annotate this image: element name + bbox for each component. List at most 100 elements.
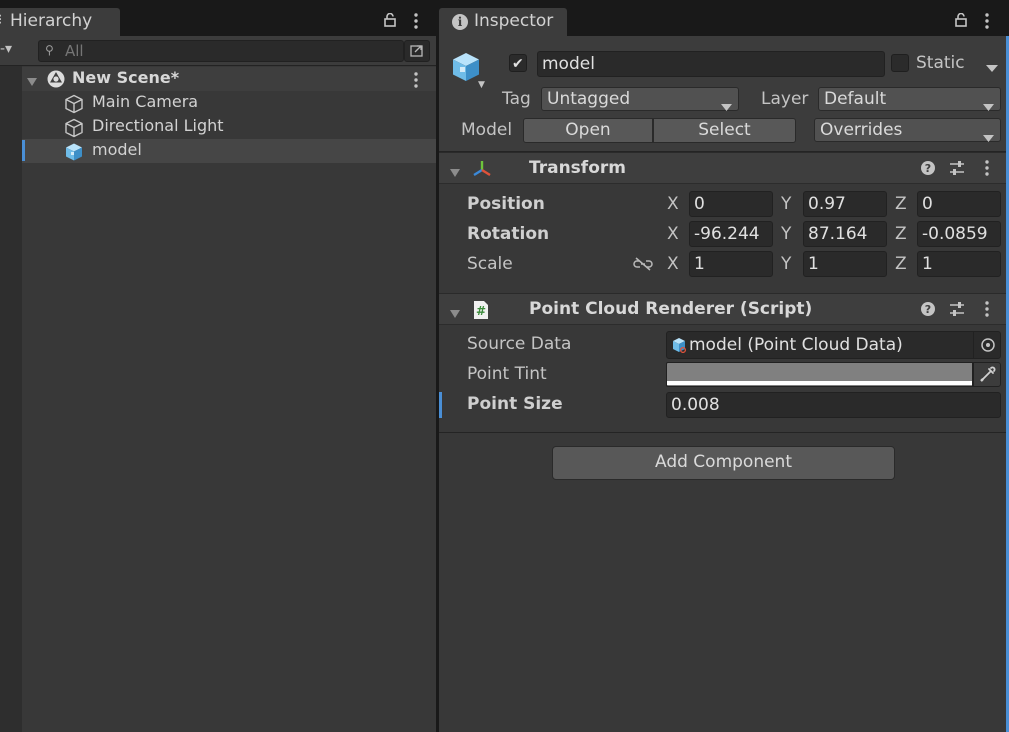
point-cloud-data-icon <box>671 337 687 357</box>
layer-dropdown[interactable]: Default <box>818 87 1001 111</box>
hierarchy-item-main-camera[interactable]: Main Camera <box>22 91 436 115</box>
transform-component-header[interactable]: Transform ? <box>439 152 1006 184</box>
icon-dropdown-caret-icon[interactable]: ▼ <box>478 80 485 90</box>
point-tint-label: Point Tint <box>467 364 547 384</box>
fold-arrow-icon[interactable] <box>449 304 461 323</box>
alpha-bar <box>667 381 972 385</box>
chevron-down-icon <box>983 96 994 115</box>
more-options-icon[interactable] <box>984 13 990 29</box>
point-cloud-renderer-header[interactable]: # Point Cloud Renderer (Script) ? <box>439 293 1006 325</box>
eyedropper-icon[interactable] <box>973 362 1001 387</box>
inspector-tab-label: Inspector <box>474 11 554 31</box>
help-icon[interactable]: ? <box>920 301 936 321</box>
static-checkbox[interactable] <box>891 54 909 72</box>
scale-z-field[interactable] <box>917 251 1001 277</box>
presets-icon[interactable] <box>948 160 966 180</box>
active-checkbox[interactable]: ✔ <box>509 54 527 72</box>
select-button[interactable]: Select <box>653 118 796 143</box>
fold-arrow-icon[interactable] <box>449 163 461 182</box>
hamburger-icon[interactable]: ⁝ <box>0 12 2 28</box>
layer-label: Layer <box>761 89 809 109</box>
hierarchy-item-model[interactable]: model <box>22 139 436 163</box>
axis-z-label: Z <box>895 254 907 274</box>
gameobject-name-field[interactable] <box>537 51 885 77</box>
position-label: Position <box>467 194 545 214</box>
unlinked-scale-icon[interactable] <box>633 256 653 276</box>
axis-z-label: Z <box>895 194 907 214</box>
object-picker-icon[interactable] <box>973 332 1001 358</box>
unity-scene-icon <box>46 69 66 93</box>
model-label: Model <box>461 120 513 140</box>
source-data-value: model (Point Cloud Data) <box>689 335 903 355</box>
search-input[interactable] <box>65 42 395 60</box>
hierarchy-item-label: Main Camera <box>92 92 199 111</box>
lock-icon[interactable] <box>384 13 396 27</box>
script-icon: # <box>471 300 491 324</box>
create-dropdown-caret-icon[interactable]: -▾ <box>0 41 12 57</box>
point-size-field[interactable] <box>666 392 1001 418</box>
scene-more-options-icon[interactable] <box>413 72 419 88</box>
axis-x-label: X <box>667 194 679 214</box>
axis-z-label: Z <box>895 224 907 244</box>
source-data-label: Source Data <box>467 334 572 354</box>
presets-icon[interactable] <box>948 301 966 321</box>
more-options-icon[interactable] <box>984 160 990 180</box>
axis-x-label: X <box>667 254 679 274</box>
axis-y-label: Y <box>781 254 792 274</box>
search-popout-icon[interactable] <box>404 40 430 62</box>
tag-value: Untagged <box>547 89 631 109</box>
scene-name: New Scene* <box>72 68 180 87</box>
modified-marker <box>439 392 442 418</box>
svg-text:?: ? <box>925 303 931 316</box>
hierarchy-gutter <box>0 66 22 732</box>
chevron-down-icon[interactable] <box>986 58 998 77</box>
tag-dropdown[interactable]: Untagged <box>541 87 739 111</box>
scale-label: Scale <box>467 254 513 274</box>
more-options-icon[interactable] <box>984 301 990 321</box>
scale-x-field[interactable] <box>689 251 773 277</box>
rotation-label: Rotation <box>467 224 550 244</box>
hierarchy-tab-label: Hierarchy <box>10 11 93 31</box>
hierarchy-item-directional-light[interactable]: Directional Light <box>22 115 436 139</box>
layer-value: Default <box>824 89 887 109</box>
static-label: Static <box>916 53 965 73</box>
hierarchy-item-label: Directional Light <box>92 116 224 135</box>
tab-hierarchy[interactable]: ⁝ Hierarchy <box>0 8 120 36</box>
lock-icon[interactable] <box>955 13 967 27</box>
overrides-label: Overrides <box>820 120 903 140</box>
transform-icon <box>471 159 493 183</box>
rotation-y-field[interactable] <box>803 221 887 247</box>
axis-y-label: Y <box>781 194 792 214</box>
point-cloud-renderer-title: Point Cloud Renderer (Script) <box>529 299 813 319</box>
rotation-x-field[interactable] <box>689 221 773 247</box>
hierarchy-search[interactable]: ⚲ <box>38 40 404 62</box>
chevron-down-icon <box>721 96 732 115</box>
source-data-field[interactable]: model (Point Cloud Data) <box>666 331 1001 359</box>
selection-marker <box>22 140 25 161</box>
check-icon: ✔ <box>512 56 524 72</box>
position-z-field[interactable] <box>917 191 1001 217</box>
tab-inspector[interactable]: i Inspector <box>439 8 567 36</box>
overrides-dropdown[interactable]: Overrides <box>814 118 1001 142</box>
info-icon: i <box>452 14 468 30</box>
chevron-down-icon <box>983 127 994 146</box>
more-options-icon[interactable] <box>413 13 419 29</box>
position-x-field[interactable] <box>689 191 773 217</box>
axis-x-label: X <box>667 224 679 244</box>
prefab-model-icon <box>64 142 84 166</box>
component-divider <box>439 432 1006 433</box>
hierarchy-item-label: model <box>92 140 142 159</box>
rotation-z-field[interactable] <box>917 221 1001 247</box>
help-icon[interactable]: ? <box>920 160 936 180</box>
point-size-label: Point Size <box>467 394 563 414</box>
axis-y-label: Y <box>781 224 792 244</box>
scale-y-field[interactable] <box>803 251 887 277</box>
transform-title: Transform <box>529 158 626 178</box>
open-button[interactable]: Open <box>523 118 653 143</box>
tag-label: Tag <box>502 89 531 109</box>
add-component-button[interactable]: Add Component <box>552 446 895 480</box>
fold-arrow-icon[interactable] <box>26 72 38 91</box>
scene-row[interactable]: New Scene* <box>22 67 436 91</box>
position-y-field[interactable] <box>803 191 887 217</box>
search-icon: ⚲ <box>45 43 54 57</box>
